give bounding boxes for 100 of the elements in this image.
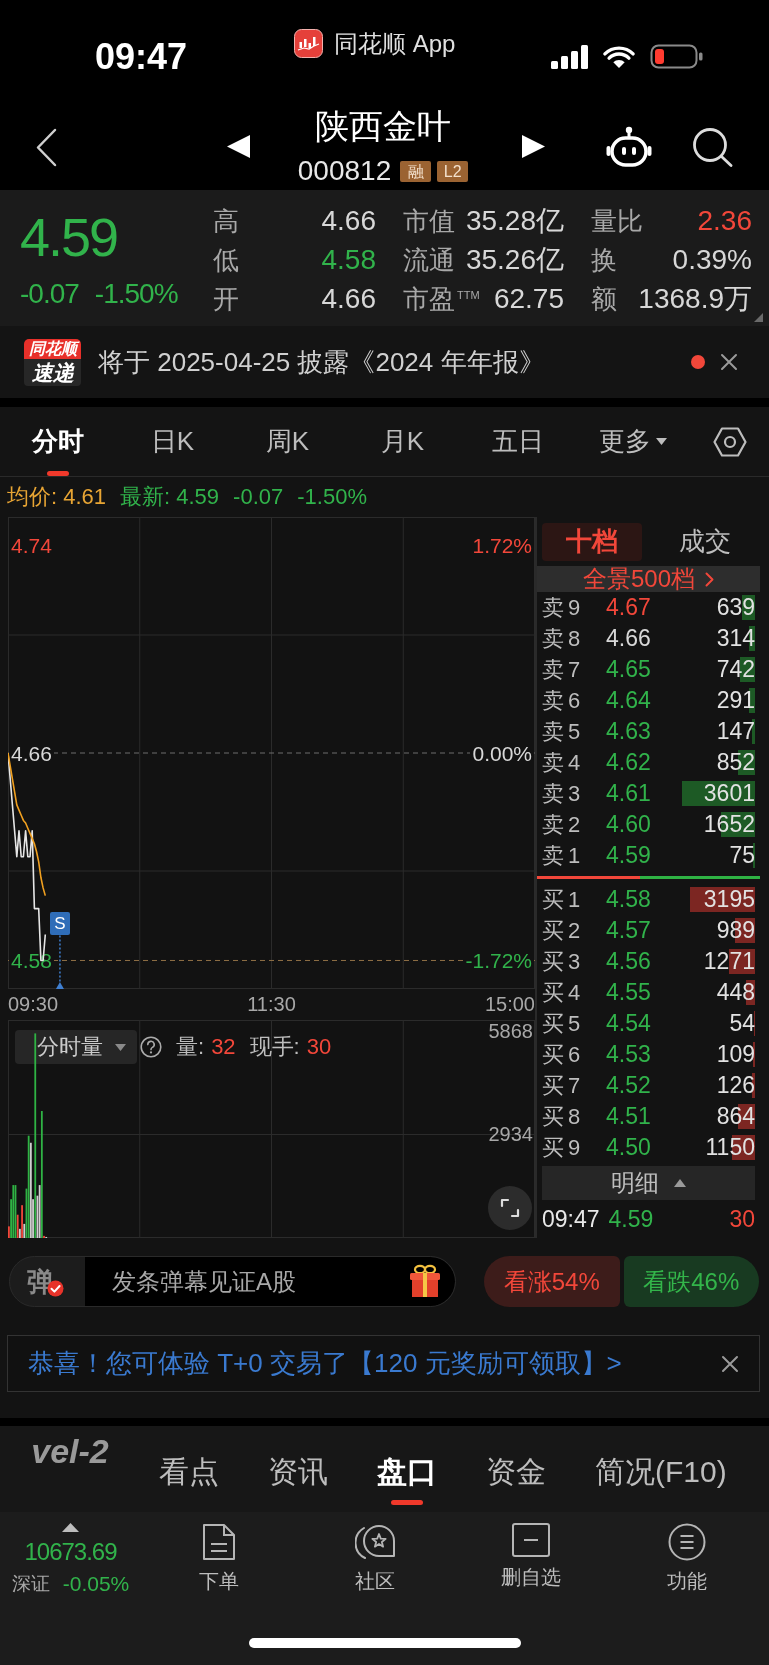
trade-detail-button[interactable]: 明细 — [542, 1166, 755, 1200]
trade-time: 09:47 — [542, 1205, 600, 1233]
stat-label: 换 — [591, 244, 617, 275]
chart-tab[interactable]: 月K — [345, 407, 460, 476]
bid-level-label: 买1 — [542, 885, 586, 914]
robot-icon[interactable] — [606, 126, 652, 167]
bid-price: 4.57 — [606, 917, 652, 944]
app-icon — [294, 29, 323, 58]
chart-tab[interactable]: 五日 — [460, 407, 575, 476]
stat-value: 4.66 — [321, 283, 376, 314]
toolbar-button[interactable]: 下单 — [141, 1523, 297, 1592]
ask-price: 4.60 — [606, 811, 652, 838]
expand-chart-button[interactable] — [488, 1186, 532, 1230]
stat-value: 1368.9万 — [638, 283, 752, 314]
full-depth-button[interactable]: 全景500档 — [537, 566, 760, 592]
ask-volume: 3601 — [682, 781, 755, 806]
volume-axis-label: 5868 — [488, 1020, 533, 1042]
section-tab[interactable]: 资金 — [486, 1426, 546, 1512]
stat-value: 62.75 — [493, 283, 564, 314]
promo-link[interactable]: 恭喜！您可体验 T+0 交易了【120 元奖励可领取】> — [28, 1346, 622, 1381]
ask-price: 4.67 — [606, 594, 652, 621]
chart-tab[interactable]: 更多 — [575, 407, 690, 476]
stat-value: 35.28亿 — [465, 205, 564, 236]
price-change-percent: -1.50% — [94, 280, 178, 308]
ask-price: 4.66 — [606, 625, 652, 652]
chart-tab[interactable]: 分时 — [0, 407, 115, 476]
toolbar-button[interactable]: 功能 — [609, 1523, 765, 1592]
toolbar-button[interactable]: 社区 — [297, 1523, 453, 1592]
ask-level-label: 卖9 — [542, 593, 586, 622]
section-tab[interactable]: 资讯 — [268, 1426, 328, 1512]
corner-triangle-icon[interactable] — [754, 313, 763, 322]
section-tab[interactable]: 盘口 — [377, 1426, 437, 1512]
volume-stat-label: 现手: — [249, 1033, 300, 1061]
triangle-up-icon[interactable] — [62, 1523, 79, 1532]
help-icon[interactable] — [140, 1036, 162, 1058]
stat-label: 市盈$^{TTM}$ — [403, 283, 480, 314]
bid-level-label: 买3 — [542, 947, 586, 976]
app-name: 同花顺 App — [334, 29, 456, 58]
settings-icon[interactable] — [712, 426, 747, 457]
document-icon — [201, 1523, 237, 1561]
signal-leader-line — [55, 934, 64, 989]
bid-level-label: 买9 — [542, 1133, 586, 1162]
index-name: 深证 — [11, 1572, 50, 1596]
status-time: 09:47 — [95, 39, 189, 75]
trade-volume: 30 — [729, 1205, 755, 1233]
bid-price: 4.51 — [606, 1103, 652, 1130]
ask-level-label: 卖7 — [542, 655, 586, 684]
chart-tab[interactable]: 周K — [230, 407, 345, 476]
bid-price: 4.53 — [606, 1041, 652, 1068]
index-value: 10673.69 — [24, 1539, 117, 1565]
expand-icon — [500, 1198, 520, 1218]
ask-price: 4.61 — [606, 780, 652, 807]
stat-label: 量比 — [591, 205, 643, 236]
ask-price: 4.65 — [606, 656, 652, 683]
stat-value: 35.26亿 — [465, 244, 564, 275]
signal-tag[interactable]: S — [49, 912, 70, 936]
back-icon[interactable] — [35, 128, 57, 167]
bid-price: 4.54 — [606, 1010, 652, 1037]
order-book-tab[interactable]: 成交 — [655, 522, 755, 561]
volume-stat-label: 量: — [176, 1033, 205, 1061]
previous-stock-icon[interactable] — [227, 135, 250, 158]
logo-brand-label: 同花顺 — [24, 338, 81, 359]
search-icon[interactable] — [692, 127, 733, 167]
toolbar-button[interactable]: 删自选 — [453, 1523, 609, 1588]
time-axis-label: 09:30 — [8, 994, 59, 1015]
stat-label: 流通 — [403, 244, 455, 275]
close-icon[interactable] — [721, 1354, 739, 1373]
order-book-tab[interactable]: 十档 — [542, 522, 642, 561]
next-stock-icon[interactable] — [522, 135, 545, 158]
close-icon[interactable] — [720, 353, 738, 371]
time-axis-label: 15:00 — [484, 994, 535, 1015]
chart-tab[interactable]: 日K — [115, 407, 230, 476]
ask-level-label: 卖6 — [542, 686, 586, 715]
bid-price: 4.58 — [606, 886, 652, 913]
ask-level-label: 卖3 — [542, 779, 586, 808]
bid-level-label: 买4 — [542, 978, 586, 1007]
danmu-label[interactable]: 弹 — [27, 1266, 54, 1297]
volume-type-dropdown[interactable]: 分时量 — [15, 1030, 137, 1064]
bid-price: 4.52 — [606, 1072, 652, 1099]
danmu-input[interactable]: 发条弹幕见证A股 — [85, 1257, 455, 1306]
section-tab[interactable]: vel-2 — [24, 1426, 114, 1512]
section-tab[interactable]: 看点 — [159, 1426, 219, 1512]
stock-code: 000812 — [297, 157, 392, 185]
ask-price: 4.62 — [606, 749, 652, 776]
vote-button[interactable]: 看跌46% — [623, 1256, 759, 1307]
triangle-up-icon — [674, 1179, 686, 1187]
bid-level-label: 买5 — [542, 1009, 586, 1038]
ask-price: 4.59 — [606, 842, 652, 869]
price-change: -0.07 — [20, 280, 79, 308]
ask-level-label: 卖4 — [542, 748, 586, 777]
chevron-right-icon — [705, 571, 714, 587]
time-axis-label: 11:30 — [247, 994, 296, 1015]
notice-text[interactable]: 将于 2025-04-25 披露《2024 年年报》 — [98, 344, 545, 380]
section-tab[interactable]: 简况(F10) — [595, 1426, 727, 1512]
gift-icon[interactable] — [409, 1264, 441, 1298]
stock-tag: L2 — [437, 160, 469, 182]
vote-button[interactable]: 看涨54% — [484, 1256, 620, 1307]
bid-price: 4.55 — [606, 979, 652, 1006]
ask-price: 4.63 — [606, 718, 652, 745]
stat-value: 2.36 — [697, 205, 752, 236]
